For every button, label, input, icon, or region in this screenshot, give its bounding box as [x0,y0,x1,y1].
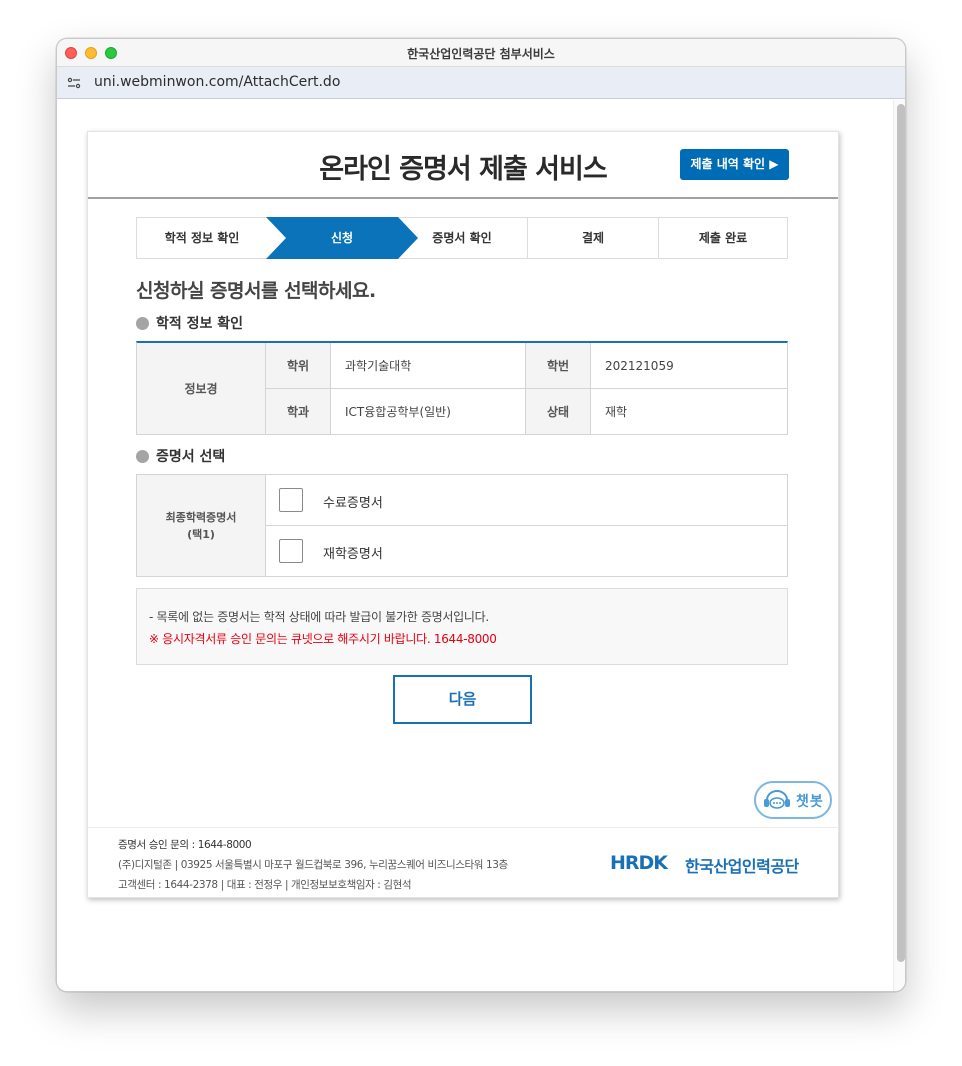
browser-window: 한국산업인력공단 첨부서비스 uni.webminwon.com/AttachC… [56,38,906,992]
scrollbar-thumb[interactable] [897,104,905,962]
step-apply: 신청 [330,231,354,245]
next-button[interactable]: 다음 [393,675,532,724]
chatbot-headset-icon [764,790,790,809]
logo-text: 한국산업인력공단 [685,857,799,876]
submission-history-button[interactable]: 제출 내역 확인 ▶ [680,149,789,180]
footer-company-address: (주)디지털존 | 03925 서울특별시 마포구 월드컵북로 396, 누리꿈… [118,859,508,871]
footer-contact: 증명서 승인 문의 : 1644-8000 [118,839,252,851]
url-text[interactable]: uni.webminwon.com/AttachCert.do [94,74,340,90]
bullet-dot-icon [136,317,149,330]
department-label: 학과 [266,389,330,434]
progress-steps: 학적 정보 확인 신청 증명서 확인 결제 제출 완료 [136,217,788,259]
status-value: 재학 [605,405,628,419]
title-bar: 한국산업인력공단 첨부서비스 [57,39,905,67]
service-panel: 온라인 증명서 제출 서비스 제출 내역 확인 ▶ 학적 정보 확인 신청 증명… [87,131,839,898]
college-value: 과학기술대학 [345,359,412,373]
cert-section-label: 증명서 선택 [156,449,226,465]
academic-section-label: 학적 정보 확인 [156,316,244,332]
step-payment: 결제 [581,231,605,245]
enrollment-cert-label[interactable]: 재학증명서 [323,543,383,562]
college-label: 학위 [266,343,330,388]
page-footer: 증명서 승인 문의 : 1644-8000 (주)디지털존 | 03925 서울… [88,827,838,899]
department-value: ICT융합공학부(일반) [345,405,451,419]
cert-select-table: 최종학력증명서 (택1) 수료증명서 재학증명서 [136,474,788,577]
bullet-dot-icon [136,450,149,463]
completion-cert-checkbox[interactable] [279,488,303,512]
footer-customer-center: 고객센터 : 1644-2378 | 대표 : 전정우 | 개인정보보호책임자 … [118,879,412,891]
logo-mark: HRDK [610,852,668,874]
vertical-scrollbar[interactable] [893,100,905,991]
window-title: 한국산업인력공단 첨부서비스 [407,47,555,61]
step-cert-check: 증명서 확인 [432,231,492,245]
page-viewport: 온라인 증명서 제출 서비스 제출 내역 확인 ▶ 학적 정보 확인 신청 증명… [57,100,905,991]
site-settings-icon[interactable] [67,76,81,90]
chatbot-button[interactable]: 챗봇 [754,781,832,819]
student-no-value: 202121059 [605,358,674,373]
cert-group-label-line2: (택1) [187,527,215,541]
step-complete: 제출 완료 [698,231,748,245]
completion-cert-label[interactable]: 수료증명서 [323,492,383,511]
cert-group-label-line1: 최종학력증명서 [165,510,237,524]
step-academic-info: 학적 정보 확인 [164,231,240,245]
address-bar[interactable]: uni.webminwon.com/AttachCert.do [57,67,905,99]
cert-group-label: 최종학력증명서 (택1) [137,475,265,576]
notice-text: - 목록에 없는 증명서는 학적 상태에 따라 발급이 불가한 증명서입니다. [149,610,489,624]
page-header: 온라인 증명서 제출 서비스 제출 내역 확인 ▶ [88,132,838,199]
notice-warning-text: ※ 응시자격서류 승인 문의는 큐넷으로 해주시기 바랍니다. 1644-800… [149,632,497,646]
student-name: 정보경 [137,343,265,434]
academic-section-title: 학적 정보 확인 [136,313,243,333]
status-label: 상태 [526,389,590,434]
enrollment-cert-checkbox[interactable] [279,539,303,563]
chatbot-label: 챗봇 [796,794,824,810]
instruction-heading: 신청하실 증명서를 선택하세요. [136,280,376,302]
student-no-label: 학번 [526,343,590,388]
academic-info-table: 정보경 학위 과학기술대학 학번 202121059 학과 ICT융합공학부(일… [136,341,788,435]
notice-box: - 목록에 없는 증명서는 학적 상태에 따라 발급이 불가한 증명서입니다. … [136,588,788,665]
cert-section-title: 증명서 선택 [136,446,225,466]
